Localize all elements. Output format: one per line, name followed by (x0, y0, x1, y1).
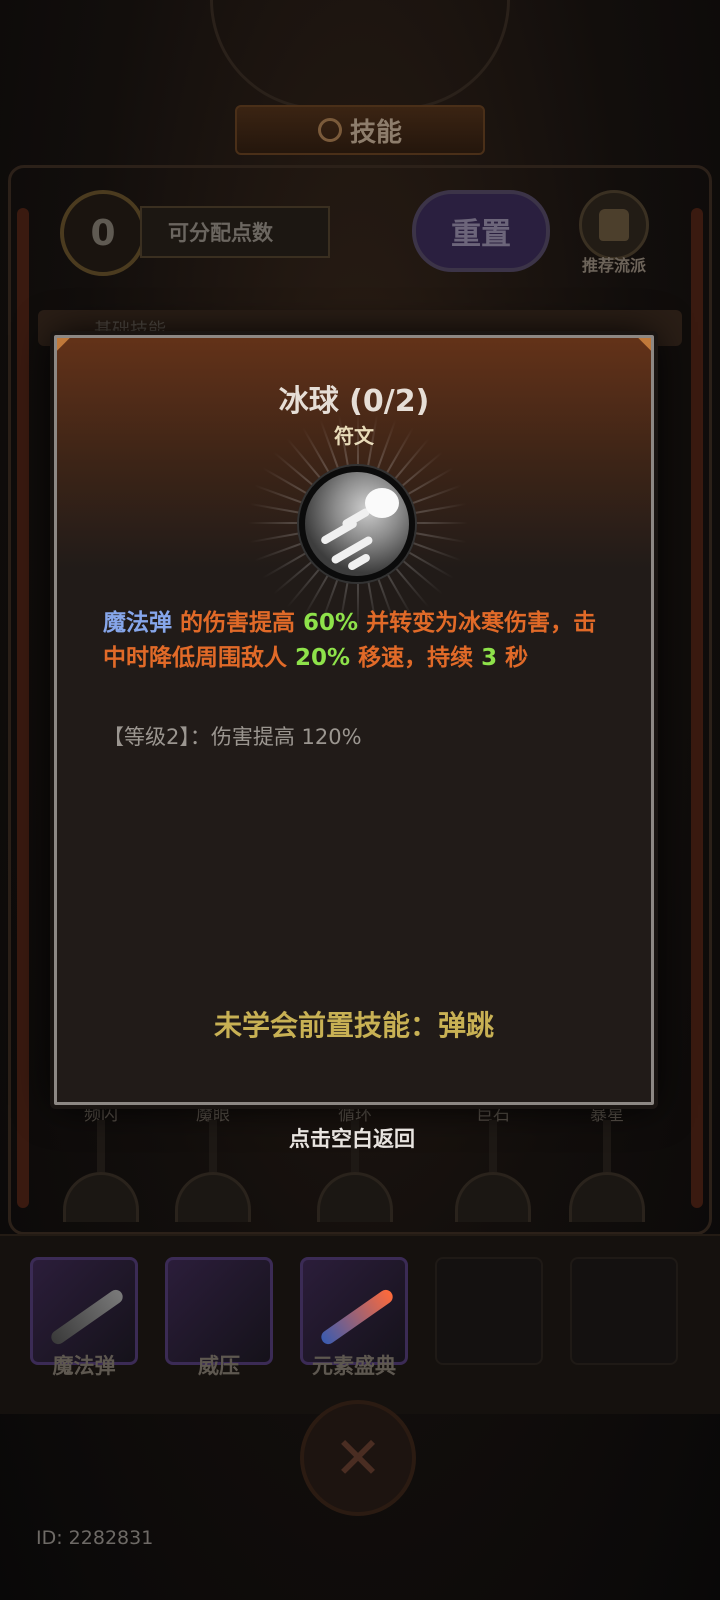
close-emblem-button[interactable]: ✕ (300, 1400, 416, 1516)
prerequisite-text: 未学会前置技能：弹跳 (213, 1009, 494, 1042)
skill-emblem-icon (317, 118, 342, 142)
right-rail (691, 208, 703, 1208)
slow-value: 20% (295, 645, 351, 671)
skill-detail-modal: 冰球 (0/2) 符文 魔法弹 的伤害提高 60% 并转变为冰寒伤害，击中时降低… (54, 335, 654, 1105)
corner-ornament (638, 338, 651, 351)
recommend-build-label: 推荐流派 (581, 256, 646, 275)
equipped-skill-slot[interactable] (30, 1257, 138, 1365)
empty-skill-slot[interactable] (435, 1257, 543, 1365)
skill-description: 魔法弹 的伤害提高 60% 并转变为冰寒伤害，击中时降低周围敌人 20% 移速，… (103, 606, 618, 676)
damage-bonus-value: 60% (303, 610, 359, 636)
reset-button[interactable]: 重置 (412, 190, 550, 272)
reset-button-label: 重置 (451, 217, 511, 252)
equipped-skill-label: 魔法弹 (52, 1354, 116, 1378)
skill-points-badge: 0 (60, 190, 146, 276)
duration-value: 3 (481, 645, 498, 671)
skill-points-value: 0 (90, 212, 116, 254)
title-banner: 技能 (235, 105, 485, 155)
recommend-build-button[interactable]: 推荐流派 (568, 190, 660, 280)
equipped-skill-slot[interactable] (300, 1257, 408, 1365)
left-rail (17, 208, 29, 1208)
description-text: 秒 (497, 645, 529, 671)
skill-points-label-box: 可分配点数 (140, 206, 330, 258)
linked-skill-name: 魔法弹 (103, 610, 172, 636)
corner-ornament (57, 338, 70, 351)
equipped-skill-label: 威压 (198, 1354, 240, 1378)
equipped-skill-slot[interactable] (165, 1257, 273, 1365)
thumbs-up-icon (599, 209, 629, 241)
thumbs-up-icon-circle (579, 190, 649, 260)
skill-points-label: 可分配点数 (168, 221, 273, 245)
level-info: 【等级2】：伤害提高 120% (103, 725, 362, 749)
cross-icon: ✕ (333, 1424, 383, 1492)
skill-type: 符文 (334, 424, 374, 448)
player-id: ID: 2282831 (36, 1527, 154, 1549)
skill-title: 冰球 (0/2) (278, 384, 430, 419)
description-text: 的伤害提高 (172, 610, 304, 636)
equipped-skill-label: 元素盛典 (312, 1354, 396, 1378)
empty-skill-slot[interactable] (570, 1257, 678, 1365)
page-title: 技能 (349, 117, 402, 148)
ice-ball-skill-icon (299, 466, 415, 582)
description-text: 移速，持续 (350, 645, 482, 671)
dismiss-hint[interactable]: 点击空白返回 (0, 1123, 712, 1153)
